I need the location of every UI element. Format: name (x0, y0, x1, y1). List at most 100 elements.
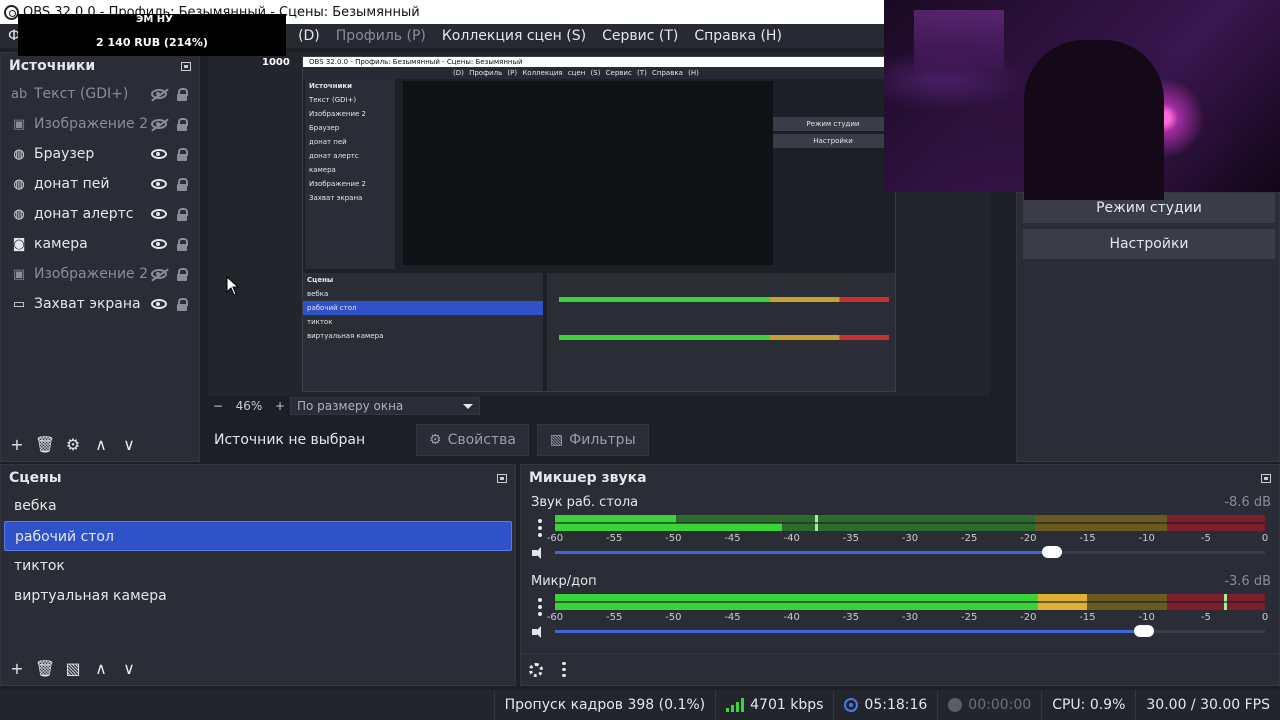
eye-icon[interactable] (151, 239, 167, 249)
source-item[interactable]: ◍ Браузер (1, 139, 199, 169)
meter-tick-label: -10 (1138, 612, 1155, 623)
camera-icon: ◙ (12, 236, 26, 252)
scene-filters-button[interactable]: ▧ (63, 658, 83, 678)
undock-icon[interactable] (181, 61, 191, 71)
mouse-cursor-icon (226, 276, 240, 296)
mixer-channel: Микр/доп -3.6 dB -60 -55 -50 -45 -40 -35 -30 -25-… (521, 572, 1279, 652)
scene-item[interactable]: тикток (4, 551, 512, 581)
speaker-icon[interactable] (531, 545, 547, 561)
lock-icon[interactable] (177, 268, 188, 281)
menu-scene-collection[interactable]: Коллекция сцен (S) (434, 28, 594, 44)
zoom-out-button[interactable]: − (208, 399, 228, 413)
source-item[interactable]: ▭ Захват экрана (1, 289, 199, 319)
meter-tick-label: -60 (546, 612, 564, 623)
lock-icon[interactable] (177, 118, 188, 131)
scene-up-button[interactable]: ∧ (91, 658, 111, 678)
source-label: Захват экрана (34, 296, 141, 312)
recording-time: 00:00:00 (937, 690, 1041, 720)
controls-panel: Режим студии Настройки (1016, 192, 1280, 462)
menu-profile[interactable]: Профиль (P) (328, 28, 434, 44)
lock-icon[interactable] (177, 298, 188, 311)
lock-icon[interactable] (177, 178, 188, 191)
scene-item[interactable]: рабочий стол (4, 521, 512, 551)
scenes-toolbar: + 🗑 ▧ ∧ ∨ (1, 651, 515, 685)
move-down-button[interactable]: ∨ (119, 434, 139, 454)
nested-scenes-title: Сцены (307, 276, 334, 284)
remove-source-button[interactable]: 🗑 (35, 434, 55, 454)
channel-menu-icon[interactable] (535, 598, 545, 618)
globe-icon: ◍ (13, 176, 25, 192)
nested-source-item: Изображение 2 (309, 180, 367, 188)
menu-edit[interactable]: (D) (290, 28, 328, 44)
mixer-title: Микшер звука (529, 470, 647, 486)
nested-source-item: Захват экрана (309, 194, 363, 202)
volume-slider[interactable] (555, 546, 1265, 558)
add-source-button[interactable]: + (7, 434, 27, 454)
remove-scene-button[interactable]: 🗑 (35, 658, 55, 678)
properties-label: Свойства (447, 432, 516, 448)
lock-icon[interactable] (177, 208, 188, 221)
volume-handle[interactable] (1042, 546, 1062, 558)
mixer-channel: Звук раб. стола -8.6 dB -60 -55 -50 -45 -40 -35… (521, 493, 1279, 573)
properties-button[interactable]: ⚙ Свойства (416, 424, 529, 456)
nested-source-item: камера (309, 166, 336, 174)
eye-hidden-icon[interactable] (151, 119, 167, 129)
volume-slider[interactable] (555, 625, 1265, 637)
menu-help[interactable]: Справка (H) (686, 28, 790, 44)
meter-tick-label: -55 (605, 612, 623, 623)
lock-icon[interactable] (177, 88, 188, 101)
advanced-audio-gear-icon[interactable] (529, 662, 543, 677)
move-up-button[interactable]: ∧ (91, 434, 111, 454)
channel-name: Звук раб. стола (531, 495, 639, 510)
meter-tick-label: -60 (546, 533, 564, 544)
source-item[interactable]: ◍ донат алертс (1, 199, 199, 229)
scene-item[interactable]: виртуальная камера (4, 581, 512, 611)
nested-studio-mode: Режим студии (773, 117, 893, 131)
sources-toolbar: + 🗑 ⚙ ∧ ∨ (1, 427, 199, 461)
menu-tools[interactable]: Сервис (T) (594, 28, 686, 44)
channel-menu-icon[interactable] (535, 519, 545, 539)
eye-icon[interactable] (151, 149, 167, 159)
source-item[interactable]: ▣ Изображение 2 (1, 259, 199, 289)
no-source-selected-label: Источник не выбран (214, 432, 366, 448)
eye-icon[interactable] (151, 209, 167, 219)
scene-down-button[interactable]: ∨ (119, 658, 139, 678)
source-item[interactable]: ab Текст (GDI+) (1, 79, 199, 109)
settings-button[interactable]: Настройки (1023, 229, 1275, 259)
eye-hidden-icon[interactable] (151, 89, 167, 99)
zoom-in-button[interactable]: + (270, 399, 290, 413)
meter-tick-label: -40 (783, 612, 800, 623)
live-broadcast-icon (844, 698, 859, 712)
obs-logo-icon (4, 4, 19, 20)
eye-hidden-icon[interactable] (151, 269, 167, 279)
speaker-icon[interactable] (531, 624, 547, 640)
zoom-mode-select[interactable]: По размеру окна (290, 397, 480, 415)
source-settings-button[interactable]: ⚙ (63, 434, 83, 454)
add-scene-button[interactable]: + (7, 658, 27, 678)
eye-icon[interactable] (151, 299, 167, 309)
eye-icon[interactable] (151, 179, 167, 189)
source-item[interactable]: ▣ Изображение 2 (1, 109, 199, 139)
undock-icon[interactable] (1261, 473, 1271, 483)
nested-source-item: Текст (GDI+) (309, 96, 357, 104)
preview-canvas[interactable]: OBS 32.0.0 - Профиль: Безымянный - Сцены… (208, 52, 990, 396)
meter-separator (555, 601, 1265, 603)
lock-icon[interactable] (177, 238, 188, 251)
volume-handle[interactable] (1134, 625, 1155, 637)
volume-fill (555, 551, 1052, 554)
signal-bars-icon (726, 698, 745, 712)
source-item[interactable]: ◍ донат пей (1, 169, 199, 199)
meter-tick-label: -35 (842, 612, 859, 623)
meter-tick-label: -50 (665, 612, 682, 623)
cpu-usage: CPU: 0.9% (1041, 690, 1135, 720)
mixer-menu-icon[interactable] (559, 661, 569, 678)
cpu-label: CPU: 0.9% (1052, 697, 1126, 713)
nested-mixer (547, 273, 895, 391)
undock-icon[interactable] (497, 473, 507, 483)
audio-mixer-panel: Микшер звука Звук раб. стола -8.6 dB -60 -5… (520, 464, 1280, 686)
lock-icon[interactable] (177, 148, 188, 161)
source-label: камера (34, 236, 88, 252)
scene-item[interactable]: вебка (4, 491, 512, 521)
filters-button[interactable]: ▧ Фильтры (536, 424, 649, 456)
source-item[interactable]: ◙ камера (1, 229, 199, 259)
